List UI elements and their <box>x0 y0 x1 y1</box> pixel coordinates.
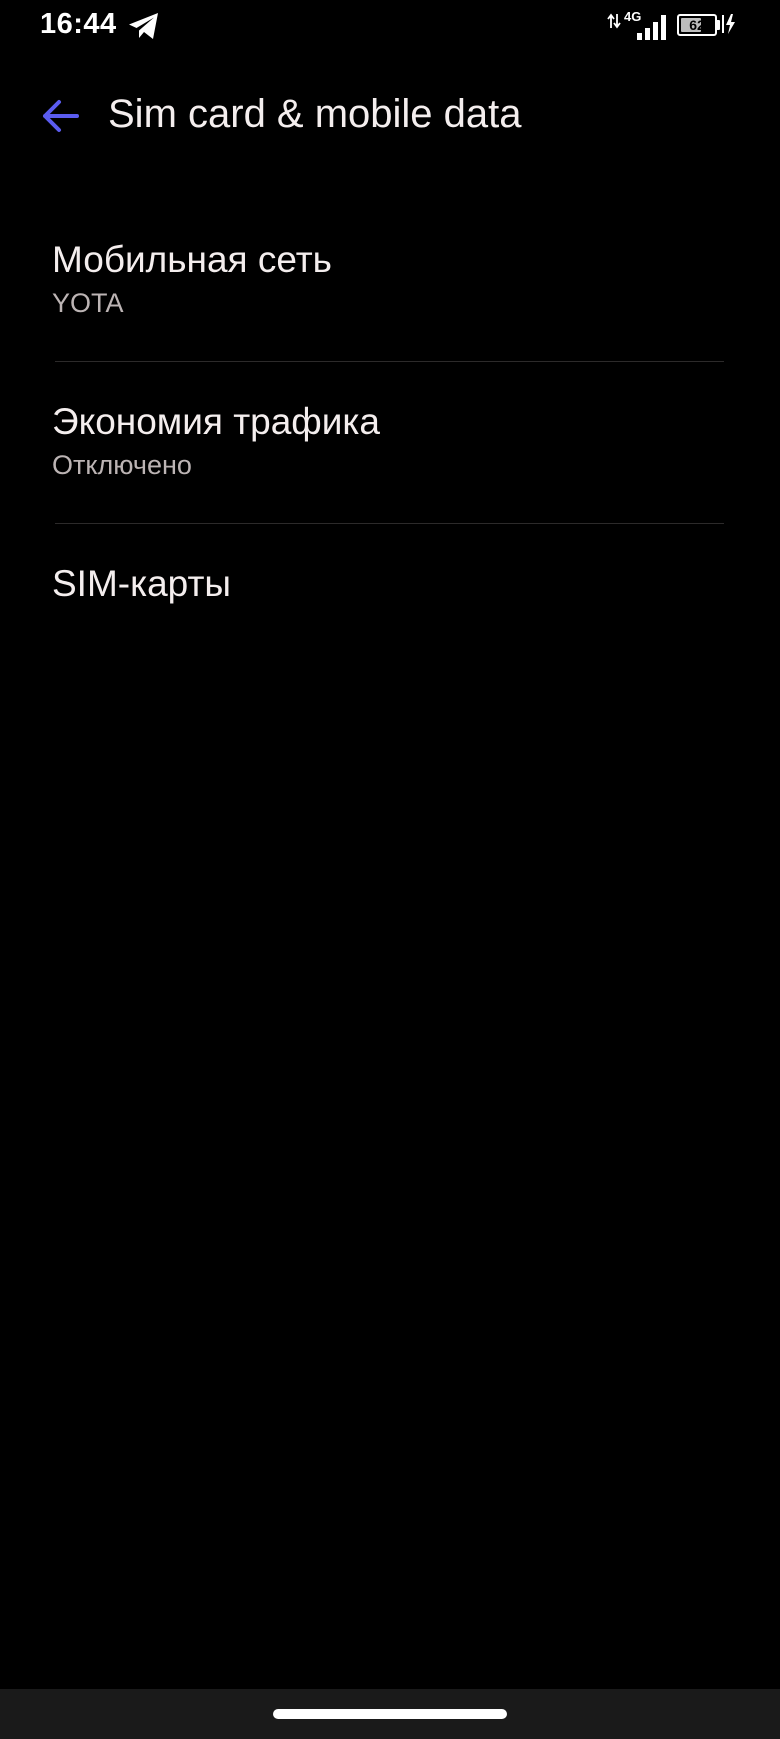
settings-item-title: Экономия трафика <box>52 401 380 442</box>
battery-level: 62 <box>689 17 705 33</box>
arrow-left-icon <box>43 100 79 132</box>
toolbar: Sim card & mobile data <box>0 70 780 160</box>
settings-item-summary: YOTA <box>52 288 124 318</box>
status-time: 16:44 <box>40 8 117 40</box>
settings-item-data-saver[interactable]: Экономия трафика Отключено <box>0 362 780 524</box>
charging-icon <box>722 14 735 34</box>
settings-item-summary: Отключено <box>52 450 192 480</box>
settings-item-title: SIM-карты <box>52 563 231 604</box>
battery-cap <box>717 20 720 30</box>
page-title: Sim card & mobile data <box>108 92 522 136</box>
back-button[interactable] <box>28 86 92 146</box>
telegram-icon <box>129 13 158 39</box>
settings-item-mobile-network[interactable]: Мобильная сеть YOTA <box>0 200 780 362</box>
home-gesture-handle[interactable] <box>273 1709 507 1719</box>
navigation-bar <box>0 1689 780 1739</box>
status-bar: 16:44 4G 62 <box>0 0 780 56</box>
signal-icon <box>637 15 666 40</box>
settings-item-sim-cards[interactable]: SIM-карты <box>0 524 780 634</box>
settings-list: Мобильная сеть YOTA Экономия трафика Отк… <box>0 200 780 634</box>
data-arrows-icon <box>607 13 621 29</box>
settings-item-title: Мобильная сеть <box>52 239 332 280</box>
